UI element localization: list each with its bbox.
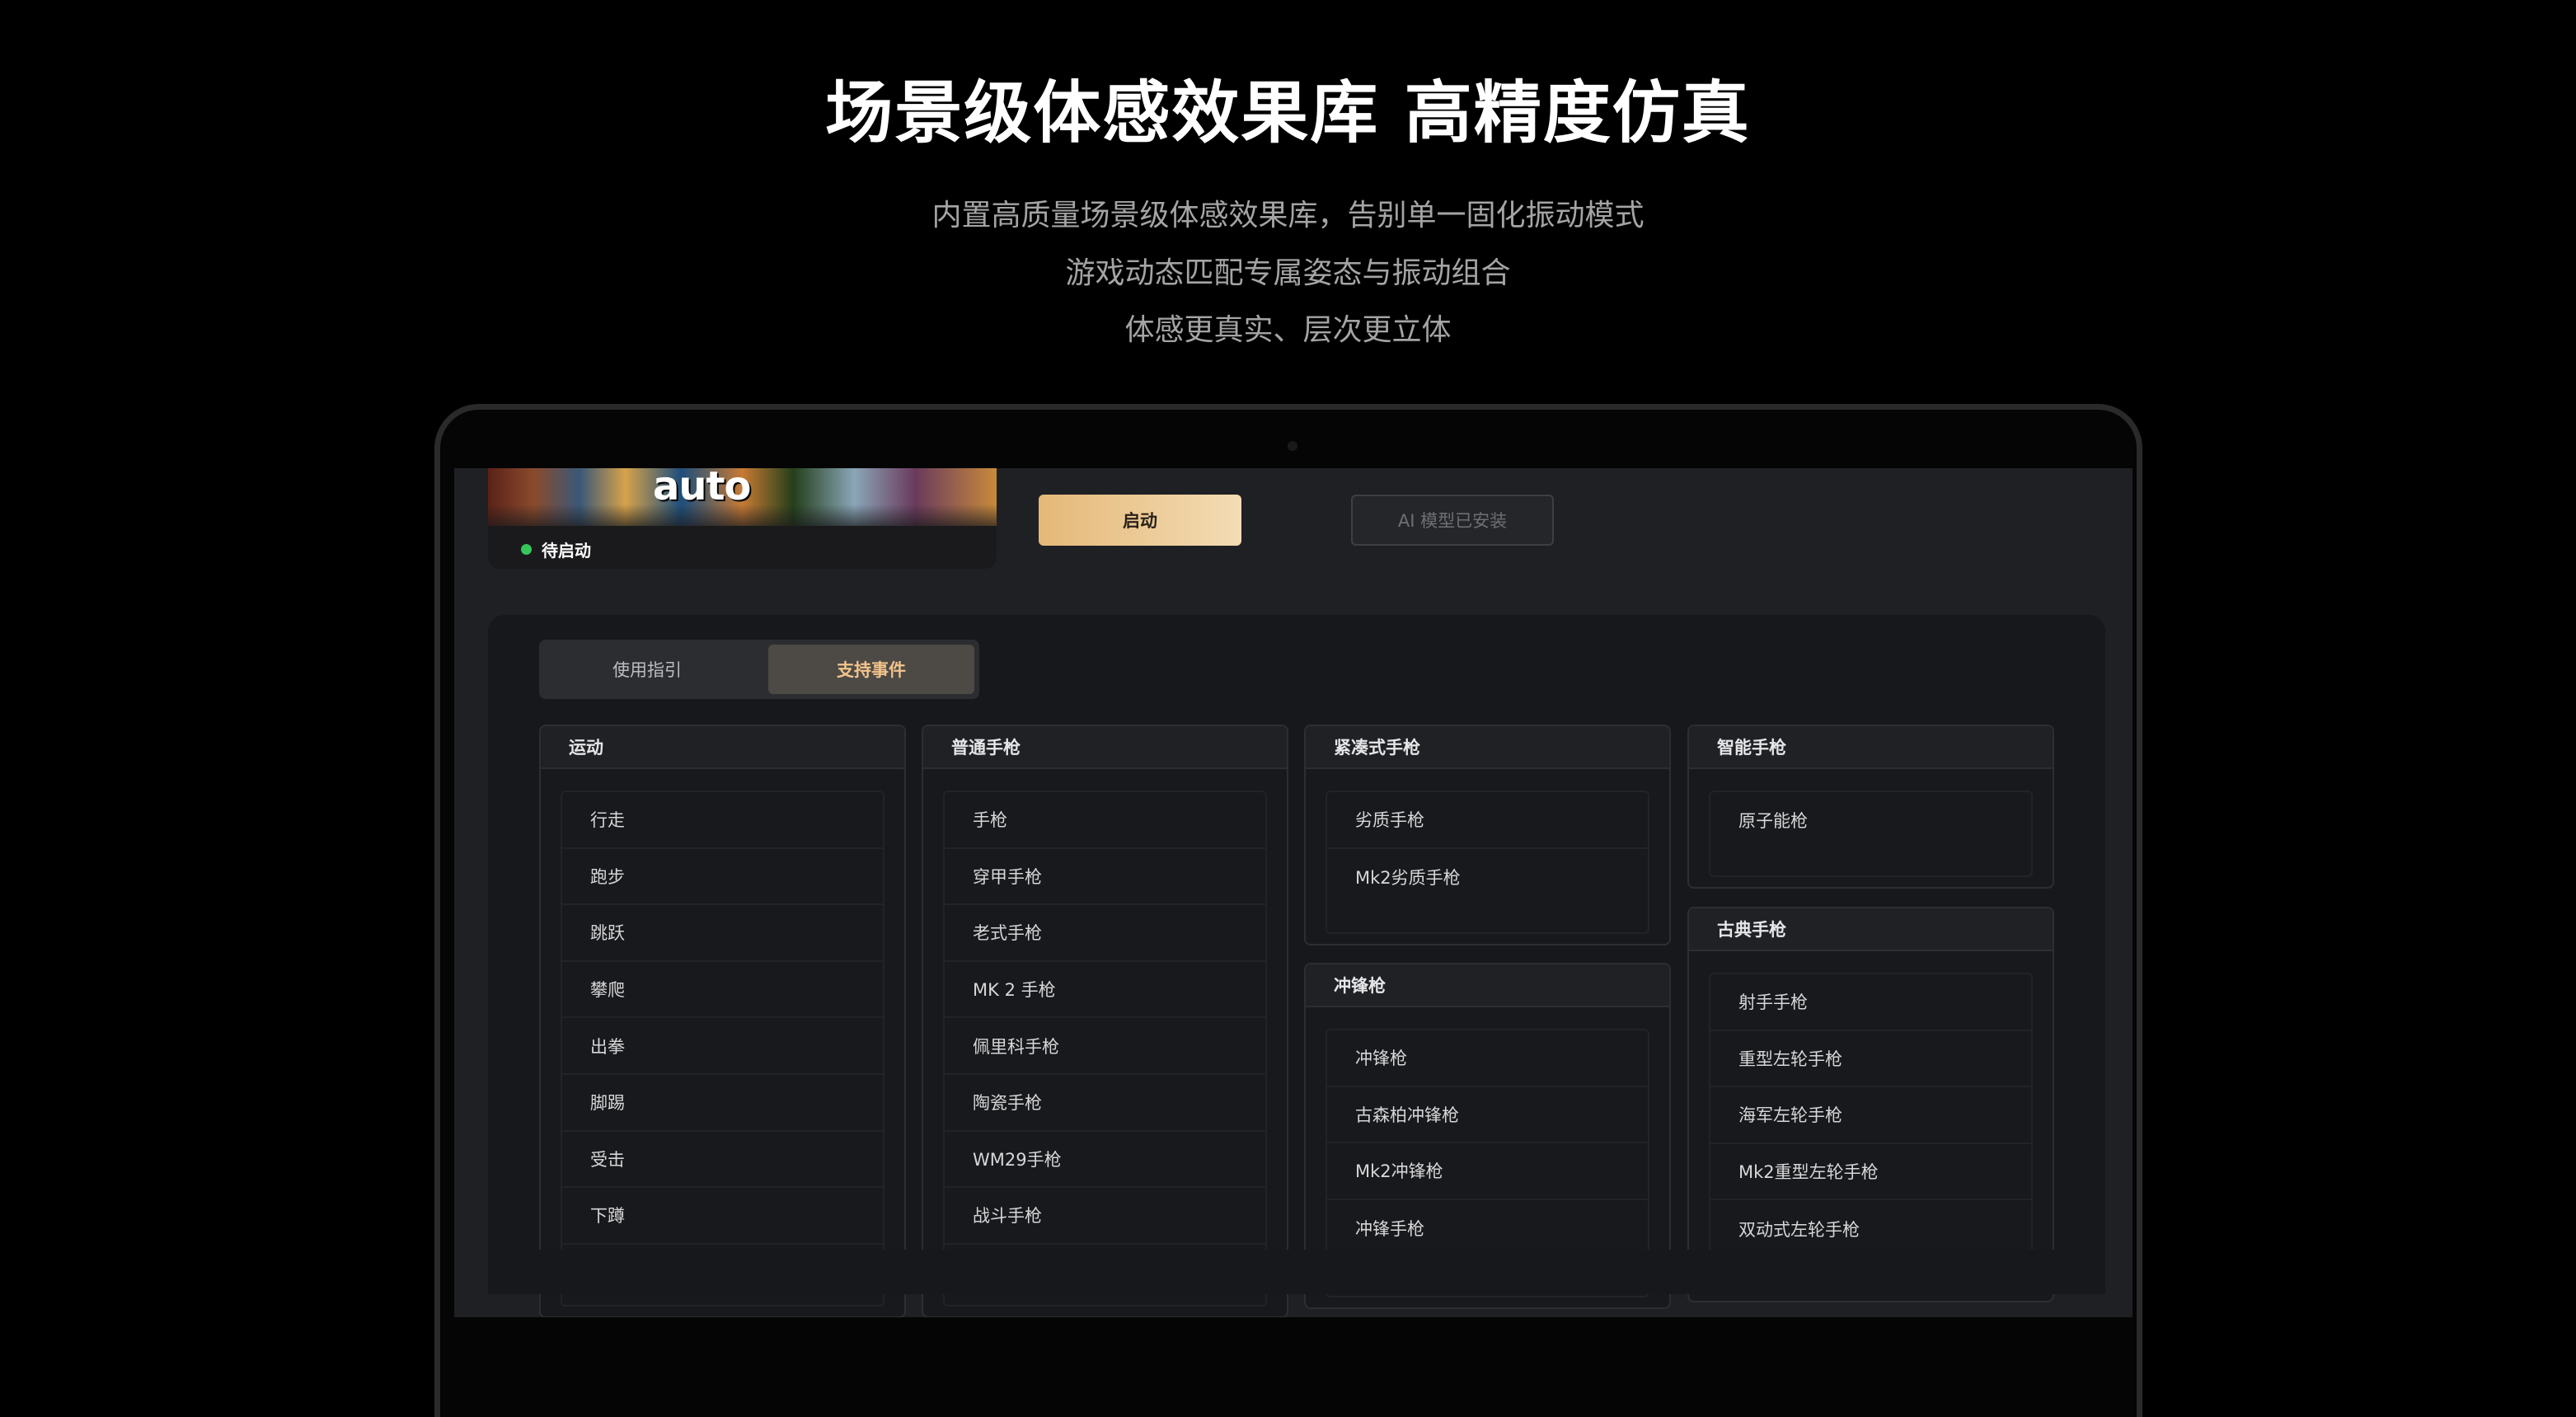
event-item: Mk2重型左轮手枪	[1710, 1144, 2031, 1201]
event-item: 下蹲	[562, 1188, 883, 1245]
event-item: 行走	[562, 792, 883, 849]
group-list: 原子能枪	[1709, 791, 2033, 877]
status-label: 待启动	[542, 541, 591, 561]
event-item: 脚踢	[562, 1075, 883, 1132]
camera-dot	[1288, 441, 1297, 451]
event-item: 劣质手枪	[1327, 792, 1648, 849]
event-item: Mk2劣质手枪	[1355, 867, 1461, 888]
event-item: 陶瓷手枪	[945, 1075, 1265, 1132]
event-item: 双动式左轮手枪	[1738, 1219, 1860, 1240]
group-compact-pistol: 紧凑式手枪劣质手枪 Mk2劣质手枪	[1304, 725, 1671, 945]
event-item: 原子能枪	[1738, 811, 1808, 832]
event-item: 攀爬	[562, 962, 883, 1019]
group-classic-pistol: 古典手枪射手手枪 重型左轮手枪 海军左轮手枪 Mk2重型左轮手枪双动式左轮手枪	[1687, 907, 2054, 1302]
event-item: 穿甲手枪	[945, 849, 1265, 906]
group-title: 运动	[541, 726, 904, 769]
group-list: 手枪穿甲手枪老式手枪MK 2 手枪佩里科手枪陶瓷手枪WM29手枪战斗手枪0.5口…	[943, 791, 1267, 1307]
subtitle-line-2: 游戏动态匹配专属姿态与振动组合	[1065, 256, 1511, 290]
event-item: 重型左轮手枪	[1710, 1031, 2031, 1088]
laptop-frame: auto 待启动 启动 AI 模型已安装 使用指引 支持事件 运动行走 跑步 跳跃攀…	[434, 404, 2142, 1417]
group-smart-pistol: 智能手枪原子能枪	[1687, 725, 2054, 889]
group-title: 古典手枪	[1689, 908, 2053, 951]
event-item: 战斗手枪	[945, 1188, 1265, 1245]
page-title: 场景级体感效果库 高精度仿真	[825, 74, 1751, 152]
tab-bar: 使用指引 支持事件	[539, 640, 979, 699]
game-status: 待启动	[521, 537, 591, 561]
event-item: 跑步	[562, 849, 883, 906]
group-title: 智能手枪	[1689, 726, 2053, 769]
tab-supported-events[interactable]: 支持事件	[768, 645, 974, 694]
group-title: 普通手枪	[923, 726, 1287, 769]
ai-model-installed-button[interactable]: AI 模型已安装	[1351, 495, 1554, 546]
event-item: 手枪	[945, 792, 1265, 849]
event-item: 冲锋手枪	[1355, 1219, 1424, 1240]
subtitle-line-3: 体感更真实、层次更立体	[1124, 313, 1452, 347]
event-item: 射手手枪	[1710, 974, 2031, 1031]
group-list: 行走跑步跳跃攀爬出拳脚踢受击下蹲游泳	[561, 791, 884, 1307]
app-screen: auto 待启动 启动 AI 模型已安装 使用指引 支持事件 运动行走 跑步 跳跃攀…	[454, 468, 2133, 1317]
events-panel: 使用指引 支持事件 运动行走跑步跳跃攀爬出拳脚踢受击下蹲游泳 普通手枪手枪穿甲手…	[488, 615, 2105, 1317]
event-item: 出拳	[562, 1018, 883, 1075]
subtitle-line-1: 内置高质量场景级体感效果库，告别单一固化振动模式	[931, 199, 1645, 232]
event-item: Mk2冲锋枪	[1327, 1143, 1648, 1200]
event-item: WM29手枪	[945, 1132, 1265, 1189]
group-list: 射手手枪 重型左轮手枪 海军左轮手枪 Mk2重型左轮手枪双动式左轮手枪	[1709, 973, 2033, 1291]
event-item: 古森柏冲锋枪	[1327, 1087, 1648, 1144]
tab-usage-guide[interactable]: 使用指引	[544, 645, 750, 694]
group-title: 冲锋枪	[1306, 964, 1669, 1007]
status-dot-icon	[521, 544, 532, 555]
group-pistol: 普通手枪手枪 穿甲手枪 老式手枪 MK 2 手枪 佩里科手枪 陶瓷手枪 WM29手枪 战斗手枪…	[922, 725, 1288, 1317]
group-title: 紧凑式手枪	[1306, 726, 1669, 769]
group-motion: 运动行走跑步跳跃攀爬出拳脚踢受击下蹲游泳	[539, 725, 906, 1317]
event-item: 跳跃	[562, 905, 883, 962]
event-item: 老式手枪	[945, 905, 1265, 962]
group-list: 劣质手枪 Mk2劣质手枪	[1326, 791, 1649, 934]
panel-bottom-mask	[488, 1250, 2105, 1294]
event-item: 佩里科手枪	[945, 1018, 1265, 1075]
event-item: 海军左轮手枪	[1710, 1087, 2031, 1144]
start-button[interactable]: 启动	[1039, 495, 1241, 546]
game-card[interactable]: auto 待启动	[488, 468, 997, 569]
event-item: 冲锋枪	[1327, 1030, 1648, 1087]
game-logo: auto	[653, 468, 751, 509]
event-item: 受击	[562, 1132, 883, 1189]
event-item: MK 2 手枪	[945, 962, 1265, 1019]
